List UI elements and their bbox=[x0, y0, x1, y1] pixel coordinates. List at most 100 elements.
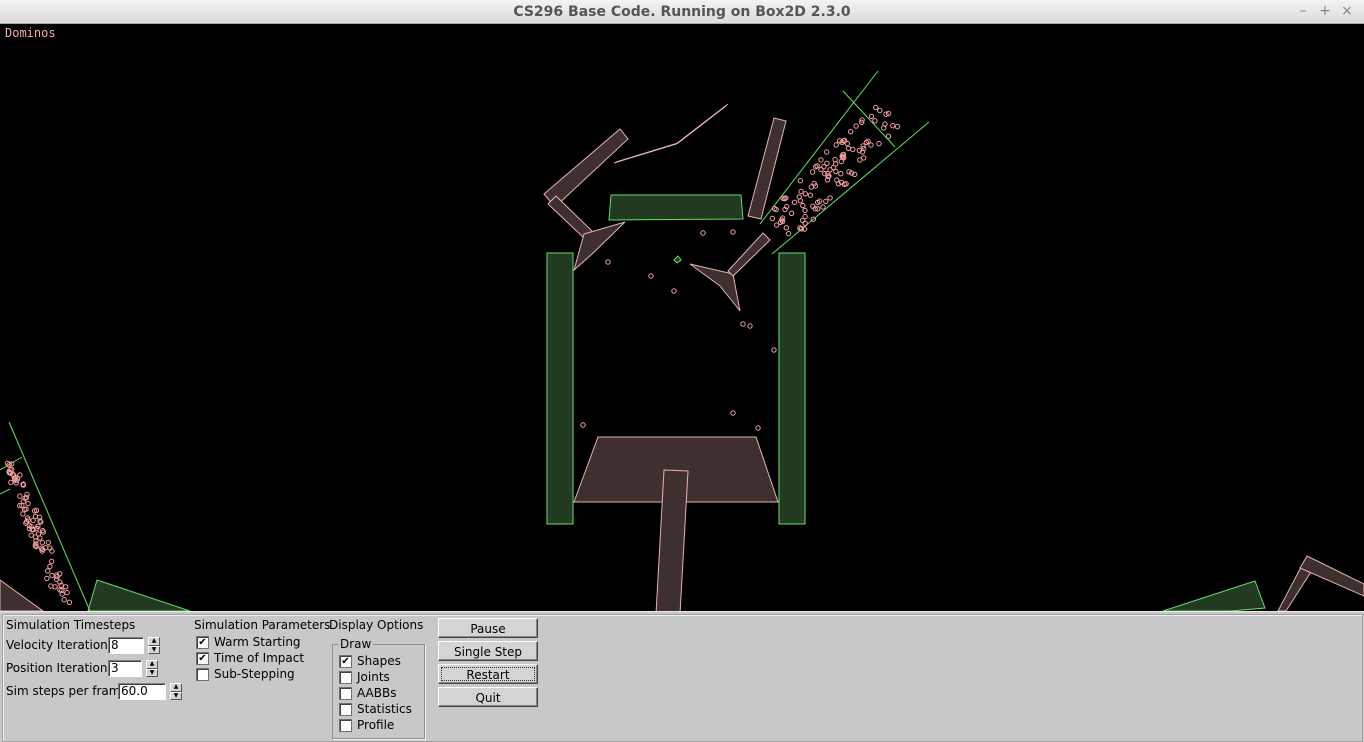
pause-button[interactable]: Pause bbox=[438, 618, 538, 638]
left-hopper-edge-3 bbox=[0, 488, 11, 495]
aabbs-label: AABBs bbox=[357, 686, 397, 700]
thin-rod-b bbox=[615, 105, 727, 163]
particle bbox=[747, 323, 753, 329]
time-of-impact-label: Time of Impact bbox=[214, 651, 305, 665]
particle bbox=[785, 230, 792, 237]
particle bbox=[873, 104, 879, 111]
particle bbox=[580, 422, 586, 428]
particle bbox=[876, 140, 882, 147]
particle bbox=[47, 563, 53, 570]
checkbox-icon[interactable] bbox=[339, 718, 352, 732]
particle bbox=[818, 157, 824, 163]
position-iterations-spinner[interactable]: 3 ▲ ▼ bbox=[108, 660, 158, 677]
particle bbox=[48, 558, 55, 565]
particle bbox=[45, 539, 51, 546]
particle bbox=[872, 118, 878, 124]
scene-label: Dominos bbox=[5, 26, 56, 40]
particle bbox=[857, 157, 863, 163]
particle bbox=[830, 164, 837, 171]
particle bbox=[894, 123, 901, 130]
particle bbox=[28, 532, 34, 538]
simulation-scene[interactable] bbox=[0, 24, 1364, 611]
particle bbox=[44, 575, 50, 582]
particle bbox=[868, 113, 875, 120]
shapes-label: Shapes bbox=[357, 654, 401, 668]
velocity-iterations-spinner[interactable]: 8 ▲ ▼ bbox=[108, 637, 160, 654]
warm-starting-label: Warm Starting bbox=[214, 635, 301, 649]
particle bbox=[802, 220, 808, 227]
particle bbox=[848, 129, 854, 135]
particle bbox=[797, 178, 803, 184]
restart-button[interactable]: Restart bbox=[438, 664, 538, 684]
spin-up-icon[interactable]: ▲ bbox=[170, 683, 182, 692]
checkbox-icon[interactable]: ✔ bbox=[196, 651, 209, 665]
particle bbox=[827, 195, 833, 201]
spin-down-icon[interactable]: ▼ bbox=[170, 691, 182, 700]
particle bbox=[800, 202, 806, 209]
particle bbox=[35, 531, 42, 537]
particle bbox=[802, 191, 808, 197]
checkbox-icon[interactable] bbox=[339, 686, 352, 700]
draw-group-legend: Draw bbox=[338, 637, 374, 651]
particle bbox=[832, 156, 838, 163]
center-arm bbox=[727, 232, 771, 277]
particle bbox=[853, 123, 859, 129]
warm-starting-checkbox[interactable]: ✔ Warm Starting bbox=[196, 634, 301, 650]
particle bbox=[791, 199, 798, 206]
particle bbox=[740, 321, 746, 327]
particle bbox=[671, 288, 677, 294]
particle bbox=[49, 572, 55, 579]
particle bbox=[821, 164, 827, 170]
velocity-iterations-input[interactable]: 8 bbox=[108, 637, 144, 654]
control-panel-frame: Simulation Timesteps Velocity Iterations… bbox=[2, 614, 1363, 742]
particle bbox=[801, 226, 808, 232]
particle bbox=[64, 589, 70, 596]
joints-checkbox[interactable]: Joints bbox=[339, 669, 390, 685]
statistics-checkbox[interactable]: Statistics bbox=[339, 701, 412, 717]
profile-label: Profile bbox=[357, 718, 395, 732]
right-leaning-plank bbox=[747, 117, 787, 220]
time-of-impact-checkbox[interactable]: ✔ Time of Impact bbox=[196, 650, 304, 666]
particle bbox=[890, 123, 896, 129]
profile-checkbox[interactable]: Profile bbox=[339, 717, 394, 733]
particle bbox=[820, 204, 826, 210]
checkbox-icon[interactable]: ✔ bbox=[339, 654, 352, 668]
spin-up-icon[interactable]: ▲ bbox=[148, 637, 160, 646]
close-icon[interactable]: × bbox=[1338, 3, 1356, 20]
particle bbox=[17, 493, 23, 499]
particle bbox=[39, 539, 45, 546]
position-iterations-label: Position Iterations bbox=[6, 661, 114, 675]
checkbox-icon[interactable] bbox=[339, 702, 352, 716]
simulation-canvas[interactable]: Dominos bbox=[0, 24, 1364, 611]
particle bbox=[833, 142, 839, 148]
bottom-left-ground bbox=[87, 579, 191, 611]
window-titlebar: CS296 Base Code. Running on Box2D 2.3.0 … bbox=[0, 0, 1364, 24]
hopper-right-edge bbox=[771, 121, 930, 255]
parameters-title: Simulation Parameters bbox=[194, 618, 331, 632]
checkbox-icon[interactable] bbox=[339, 670, 352, 684]
sub-stepping-checkbox[interactable]: Sub-Stepping bbox=[196, 666, 295, 682]
shapes-checkbox[interactable]: ✔ Shapes bbox=[339, 653, 401, 669]
bottom-left-slab bbox=[0, 579, 44, 611]
single-step-button[interactable]: Single Step bbox=[438, 641, 538, 661]
spin-up-icon[interactable]: ▲ bbox=[146, 660, 158, 669]
particle bbox=[62, 584, 69, 590]
timesteps-title: Simulation Timesteps bbox=[6, 618, 136, 632]
aabbs-checkbox[interactable]: AABBs bbox=[339, 685, 396, 701]
minimize-icon[interactable]: – bbox=[1294, 3, 1312, 20]
particle bbox=[877, 107, 883, 114]
sim-steps-input[interactable]: 60.0 bbox=[118, 683, 166, 700]
spin-down-icon[interactable]: ▼ bbox=[148, 645, 160, 654]
checkbox-icon[interactable] bbox=[196, 667, 209, 681]
window-controls: – + × bbox=[1294, 3, 1356, 20]
particle bbox=[52, 584, 58, 590]
sub-stepping-label: Sub-Stepping bbox=[214, 667, 295, 681]
particle bbox=[32, 513, 39, 520]
spin-down-icon[interactable]: ▼ bbox=[146, 668, 158, 677]
position-iterations-input[interactable]: 3 bbox=[108, 660, 142, 677]
maximize-icon[interactable]: + bbox=[1316, 3, 1334, 20]
sim-steps-spinner[interactable]: 60.0 ▲ ▼ bbox=[118, 683, 182, 700]
checkbox-icon[interactable]: ✔ bbox=[196, 635, 209, 649]
velocity-iterations-label: Velocity Iterations bbox=[6, 638, 115, 652]
quit-button[interactable]: Quit bbox=[438, 687, 538, 707]
